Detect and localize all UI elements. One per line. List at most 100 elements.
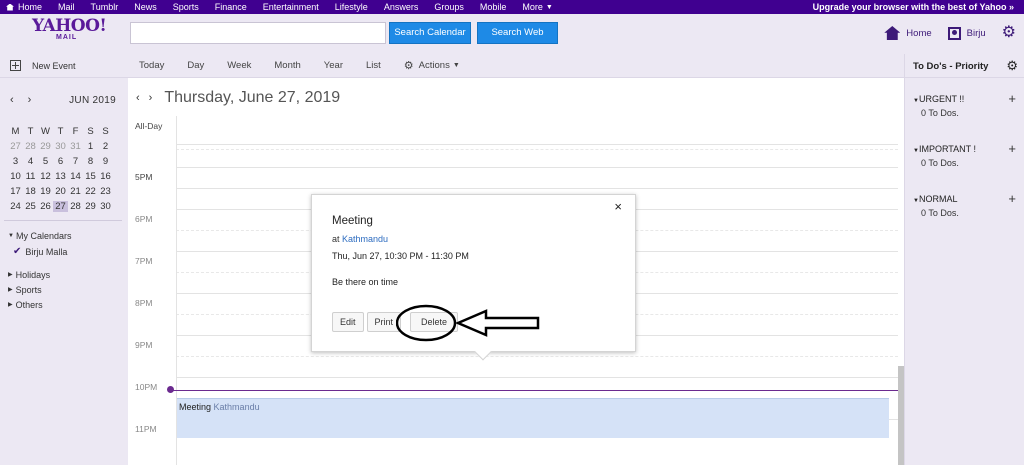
view-year[interactable]: Year bbox=[324, 60, 343, 71]
weekday: S bbox=[87, 126, 94, 137]
close-icon[interactable]: × bbox=[614, 199, 622, 214]
nav-sports[interactable]: Sports bbox=[165, 2, 207, 12]
event-block[interactable]: Meeting Kathmandu bbox=[177, 398, 889, 438]
todo-section-urgent[interactable]: ▼URGENT !! 0 To Dos. bbox=[913, 94, 964, 118]
settings-gear-icon[interactable]: ⚙ bbox=[1002, 25, 1016, 41]
next-day-icon[interactable]: › bbox=[149, 92, 153, 104]
hour-label: 5PM bbox=[135, 172, 153, 182]
todo-section-normal[interactable]: ▼NORMAL 0 To Dos. bbox=[913, 194, 959, 218]
user-icon[interactable] bbox=[947, 26, 961, 40]
calendar-group-holidays[interactable]: ▶ Holidays bbox=[8, 267, 50, 282]
nav-mail[interactable]: Mail bbox=[50, 2, 83, 12]
edit-button[interactable]: Edit bbox=[332, 312, 364, 332]
day-cell[interactable]: 26 bbox=[38, 201, 53, 212]
header-right: Home Birju ⚙ bbox=[884, 25, 1016, 41]
day-cell[interactable]: 16 bbox=[98, 171, 113, 182]
view-month[interactable]: Month bbox=[274, 60, 300, 71]
popup-location-link[interactable]: Kathmandu bbox=[342, 234, 388, 244]
next-month-icon[interactable]: › bbox=[28, 94, 32, 106]
day-cell-today[interactable]: 27 bbox=[53, 201, 68, 212]
day-cell[interactable]: 6 bbox=[53, 156, 68, 167]
day-cell[interactable]: 3 bbox=[8, 156, 23, 167]
todo-header: To Do's - Priority ⚙ bbox=[904, 54, 1024, 78]
nav-more[interactable]: More ▼ bbox=[514, 2, 560, 12]
day-cell[interactable]: 28 bbox=[23, 141, 38, 152]
prev-month-icon[interactable]: ‹ bbox=[10, 94, 14, 106]
nav-news[interactable]: News bbox=[126, 2, 165, 12]
view-day[interactable]: Day bbox=[187, 60, 204, 71]
day-cell[interactable]: 31 bbox=[68, 141, 83, 152]
day-cell[interactable]: 30 bbox=[53, 141, 68, 152]
day-cell[interactable]: 17 bbox=[8, 186, 23, 197]
nav-finance[interactable]: Finance bbox=[207, 2, 255, 12]
day-cell[interactable]: 28 bbox=[68, 201, 83, 212]
home-link[interactable]: Home bbox=[906, 28, 931, 39]
day-cell[interactable]: 22 bbox=[83, 186, 98, 197]
nav-answers[interactable]: Answers bbox=[376, 2, 427, 12]
day-cell[interactable]: 29 bbox=[83, 201, 98, 212]
upgrade-link[interactable]: Upgrade your browser with the best of Ya… bbox=[813, 0, 1014, 14]
hour-label: 7PM bbox=[135, 256, 153, 266]
nav-lifestyle[interactable]: Lifestyle bbox=[327, 2, 376, 12]
nav-home[interactable]: Home bbox=[0, 2, 50, 12]
day-cell[interactable]: 8 bbox=[83, 156, 98, 167]
hour-label: 11PM bbox=[135, 424, 157, 434]
day-cell[interactable]: 5 bbox=[38, 156, 53, 167]
nav-entertainment[interactable]: Entertainment bbox=[255, 2, 327, 12]
day-cell[interactable]: 20 bbox=[53, 186, 68, 197]
calendar-group-sports[interactable]: ▶ Sports bbox=[8, 282, 50, 297]
week-row: 17 18 19 20 21 22 23 bbox=[8, 184, 114, 199]
day-cell[interactable]: 2 bbox=[98, 141, 113, 152]
day-cell[interactable]: 13 bbox=[53, 171, 68, 182]
todo-settings-gear-icon[interactable]: ⚙ bbox=[1006, 58, 1018, 74]
new-event-label: New Event bbox=[32, 60, 76, 71]
day-cell[interactable]: 12 bbox=[38, 171, 53, 182]
calendar-group-label: Holidays bbox=[15, 269, 51, 280]
day-cell[interactable]: 24 bbox=[8, 201, 23, 212]
gridline bbox=[176, 377, 898, 378]
day-cell[interactable]: 4 bbox=[23, 156, 38, 167]
day-cell[interactable]: 10 bbox=[8, 171, 23, 182]
weekday: W bbox=[41, 126, 50, 137]
day-cell[interactable]: 15 bbox=[83, 171, 98, 182]
calendar-item-owner[interactable]: ✔ Birju Malla bbox=[8, 244, 71, 260]
day-cell[interactable]: 11 bbox=[23, 171, 38, 182]
my-calendars-toggle[interactable]: ▼ My Calendars bbox=[8, 228, 71, 244]
nav-tumblr[interactable]: Tumblr bbox=[83, 2, 127, 12]
nav-mobile[interactable]: Mobile bbox=[472, 2, 515, 12]
prev-day-icon[interactable]: ‹ bbox=[136, 92, 140, 104]
hour-label: 9PM bbox=[135, 340, 153, 350]
new-event-button[interactable]: New Event bbox=[10, 60, 76, 71]
view-week[interactable]: Week bbox=[227, 60, 251, 71]
day-cell[interactable]: 23 bbox=[98, 186, 113, 197]
calendar-group-others[interactable]: ▶ Others bbox=[8, 297, 50, 312]
day-cell[interactable]: 25 bbox=[23, 201, 38, 212]
day-cell[interactable]: 27 bbox=[8, 141, 23, 152]
search-web-button[interactable]: Search Web bbox=[477, 22, 558, 44]
actions-menu[interactable]: ⚙ Actions ▼ bbox=[404, 60, 460, 71]
user-name[interactable]: Birju bbox=[967, 28, 986, 39]
home-icon[interactable] bbox=[884, 26, 901, 40]
view-list[interactable]: List bbox=[366, 60, 381, 71]
view-today[interactable]: Today bbox=[139, 60, 164, 71]
day-cell[interactable]: 30 bbox=[98, 201, 113, 212]
day-cell[interactable]: 21 bbox=[68, 186, 83, 197]
day-cell[interactable]: 29 bbox=[38, 141, 53, 152]
header: YAHOO! MAIL Search Calendar Search Web Ho… bbox=[0, 14, 1024, 54]
add-todo-icon[interactable]: + bbox=[1008, 141, 1016, 156]
search-calendar-button[interactable]: Search Calendar bbox=[389, 22, 471, 44]
search-input[interactable] bbox=[130, 22, 386, 44]
day-cell[interactable]: 19 bbox=[38, 186, 53, 197]
add-todo-icon[interactable]: + bbox=[1008, 91, 1016, 106]
calendar-group-label: Sports bbox=[15, 284, 42, 295]
calendar-group-label: Others bbox=[15, 299, 43, 310]
day-cell[interactable]: 14 bbox=[68, 171, 83, 182]
yahoo-mail-logo[interactable]: YAHOO! MAIL bbox=[32, 18, 107, 42]
nav-groups[interactable]: Groups bbox=[426, 2, 472, 12]
day-cell[interactable]: 18 bbox=[23, 186, 38, 197]
day-cell[interactable]: 7 bbox=[68, 156, 83, 167]
todo-section-important[interactable]: ▼IMPORTANT ! 0 To Dos. bbox=[913, 144, 976, 168]
day-cell[interactable]: 9 bbox=[98, 156, 113, 167]
add-todo-icon[interactable]: + bbox=[1008, 191, 1016, 206]
day-cell[interactable]: 1 bbox=[83, 141, 98, 152]
